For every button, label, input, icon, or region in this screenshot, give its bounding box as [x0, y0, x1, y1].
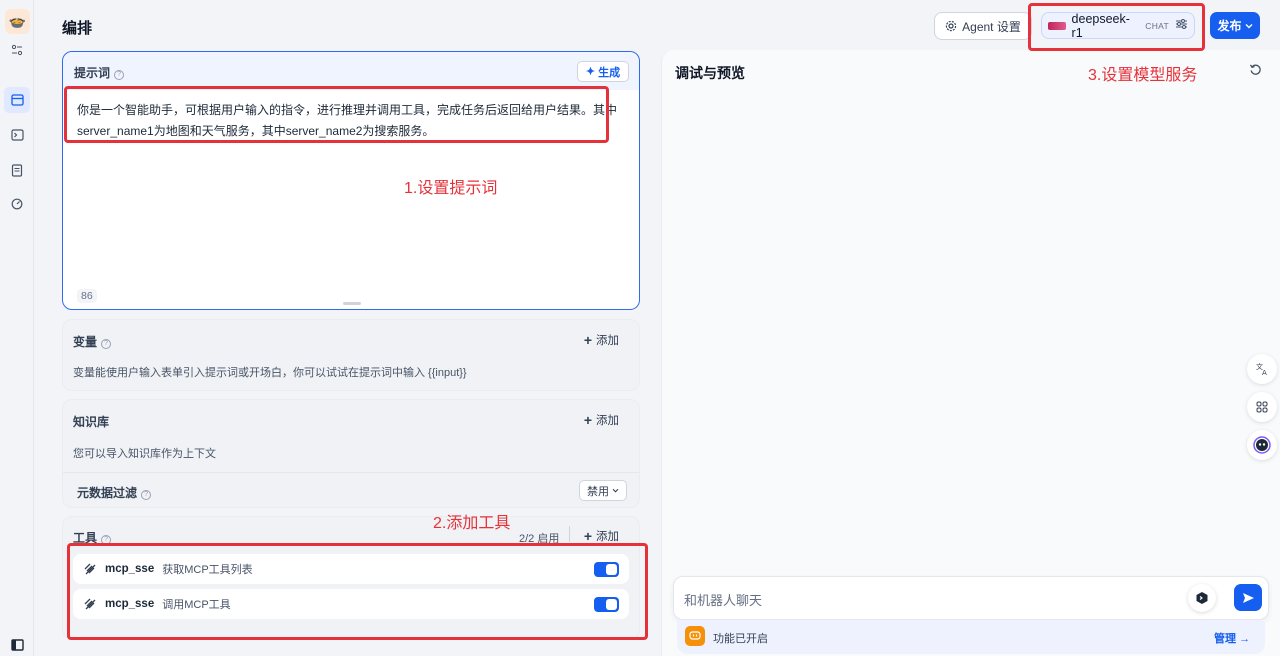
sidebar-toggle-icon[interactable]: [6, 634, 28, 656]
char-count: 86: [77, 289, 97, 303]
arrow-right-icon: →: [1239, 633, 1251, 645]
annotation-box-prompt: [64, 86, 609, 143]
annotation-step1: 1.设置提示词: [404, 180, 498, 197]
feature-icon: [685, 626, 705, 646]
plus-icon: +: [583, 332, 592, 348]
variables-description: 变量能使用户输入表单引入提示词或开场白，你可以试试在提示词中输入 {{input…: [73, 367, 467, 379]
refresh-icon[interactable]: [1249, 63, 1262, 79]
metadata-filter-select[interactable]: 禁用: [579, 480, 627, 501]
agent-settings-label: Agent 设置: [962, 19, 1021, 34]
app-logo[interactable]: 🍲: [5, 9, 30, 34]
assistant-bot-icon[interactable]: [1247, 430, 1277, 460]
model-switch-icon[interactable]: [1188, 584, 1216, 612]
generate-button[interactable]: ✦ 生成: [577, 61, 629, 82]
sparkle-icon: ✦: [585, 66, 596, 78]
send-icon: [1242, 592, 1254, 603]
chevron-down-icon: [612, 488, 619, 493]
add-label: 添加: [596, 335, 619, 347]
metadata-filter-value: 禁用: [587, 485, 609, 498]
chat-input[interactable]: [673, 576, 1269, 620]
knowledge-description: 您可以导入知识库作为上下文: [73, 448, 216, 460]
generate-label: 生成: [598, 66, 621, 79]
help-icon[interactable]: ?: [141, 490, 152, 500]
annotation-box-model: [1028, 3, 1205, 51]
publish-label: 发布: [1217, 19, 1242, 33]
add-variable-button[interactable]: + 添加: [584, 332, 619, 348]
agent-settings-button[interactable]: Agent 设置: [934, 12, 1032, 40]
add-knowledge-button[interactable]: + 添加: [584, 412, 619, 428]
prompt-title: 提示词: [74, 66, 111, 80]
variables-title: 变量: [73, 335, 98, 349]
add-label: 添加: [596, 415, 619, 427]
plus-icon: +: [583, 412, 592, 428]
add-label: 添加: [596, 531, 619, 543]
svg-text:A: A: [1262, 369, 1267, 376]
annotation-step3: 3.设置模型服务: [1088, 67, 1198, 84]
annotation-step2: 2.添加工具: [433, 515, 511, 532]
logs-icon[interactable]: [6, 159, 28, 181]
chevron-down-icon: [1245, 23, 1252, 28]
divider: [569, 526, 570, 542]
monitor-gauge-icon[interactable]: [6, 193, 28, 215]
divider: [63, 472, 639, 473]
variables-card: 变量? + 添加 变量能使用户输入表单引入提示词或开场白，你可以试试在提示词中输…: [62, 319, 640, 391]
knowledge-title: 知识库: [73, 415, 110, 429]
left-rail: 🍲: [0, 0, 34, 656]
resize-handle[interactable]: [343, 302, 361, 305]
apps-grid-icon[interactable]: [1247, 392, 1277, 422]
page-title: 编排: [62, 20, 93, 37]
prompt-header: 提示词? ✦ 生成: [63, 52, 639, 90]
manage-link[interactable]: 管理 →: [1214, 630, 1250, 646]
help-icon[interactable]: ?: [114, 70, 125, 80]
knowledge-card: 知识库 + 添加 您可以导入知识库作为上下文 元数据过滤? 禁用: [62, 399, 640, 508]
publish-button[interactable]: 发布: [1210, 12, 1260, 39]
settings-sliders-icon[interactable]: [6, 39, 28, 61]
help-icon[interactable]: ?: [101, 339, 112, 349]
plus-icon: +: [583, 528, 592, 544]
add-tool-button[interactable]: + 添加: [584, 528, 619, 544]
translate-icon[interactable]: 文A: [1247, 354, 1277, 384]
chat-input-placeholder: 和机器人聊天: [684, 593, 763, 608]
feature-status: 功能已开启: [713, 633, 768, 645]
preview-title: 调试与预览: [675, 65, 745, 81]
orchestrate-icon[interactable]: [4, 87, 30, 113]
send-button[interactable]: [1234, 584, 1262, 611]
annotation-box-tools: [67, 543, 648, 640]
gear-icon: [945, 20, 957, 32]
metadata-filter-label: 元数据过滤: [77, 486, 138, 500]
manage-label: 管理: [1214, 633, 1236, 645]
preview-panel: [661, 50, 1280, 656]
terminal-icon[interactable]: [6, 124, 28, 146]
